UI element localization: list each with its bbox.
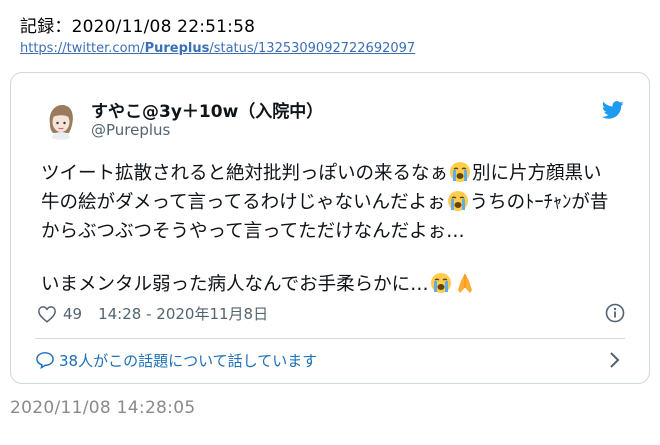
display-name[interactable]: すやこ@3y＋10w（入院中） [91,97,323,122]
tweet-source-link[interactable]: https://twitter.com/Pureplus/status/1325… [20,41,415,56]
folded-hands-icon [457,274,472,293]
heart-icon[interactable] [37,305,57,323]
tweet-card: すやこ@3y＋10w（入院中） @Pureplus ツイート拡散されると絶対批判… [10,72,650,384]
like-count[interactable]: 49 [63,305,82,323]
avatar[interactable] [41,100,81,140]
divider [35,338,625,339]
conversation-label: 38人がこの話題について話しています [59,351,318,370]
crying-face-icon [447,191,468,211]
conversation-link[interactable]: 38人がこの話題について話しています [35,343,625,377]
tweet-text-segment: ツイート拡散されると絶対批判っぽいの来るなぁ [41,163,449,184]
tweet-text-segment: 牛の絵がダメって言ってるわけじゃないんだよぉ [41,192,446,213]
source-link-prefix: https://twitter.com/ [20,41,145,56]
tweet-line: ツイート拡散されると絶対批判っぽいの来るなぁ 別に片方顔黒い [41,159,641,188]
tweet-line: いまメンタル弱った病人なんでお手柔らかに… [41,270,641,299]
info-icon[interactable] [605,303,625,323]
tweet-line: からぶつぶつそうやって言ってただけなんだよぉ… [41,217,641,246]
tweet-text-segment: 別に片方顔黒い [472,163,602,184]
tweet-text-segment: からぶつぶつそうやって言ってただけなんだよぉ… [41,221,465,242]
source-link-suffix: /status/1325309092722692097 [209,41,416,56]
chevron-right-icon [610,352,620,368]
record-timestamp: 記録：2020/11/08 22:51:58 [20,17,256,37]
tweet-timestamp[interactable]: 14:28 - 2020年11月8日 [98,303,268,324]
twitter-bird-icon[interactable] [601,99,625,121]
crying-face-icon [450,162,471,182]
crying-face-icon [430,273,451,293]
tweet-text-segment: いまメンタル弱った病人なんでお手柔らかに… [41,274,429,295]
capture-timestamp: 2020/11/08 14:28:05 [10,398,196,418]
user-handle[interactable]: @Pureplus [91,121,170,139]
tweet-text: ツイート拡散されると絶対批判っぽいの来るなぁ 別に片方顔黒い 牛の絵がダメって言っ… [41,159,641,299]
source-link-user: Pureplus [144,41,210,56]
tweet-text-segment: うちのﾄｰﾁｬﾝが昔 [469,192,609,213]
speech-bubble-icon [36,352,54,369]
tweet-line: 牛の絵がダメって言ってるわけじゃないんだよぉ うちのﾄｰﾁｬﾝが昔 [41,188,641,217]
tweet-meta: 49 14:28 - 2020年11月8日 [37,303,268,324]
